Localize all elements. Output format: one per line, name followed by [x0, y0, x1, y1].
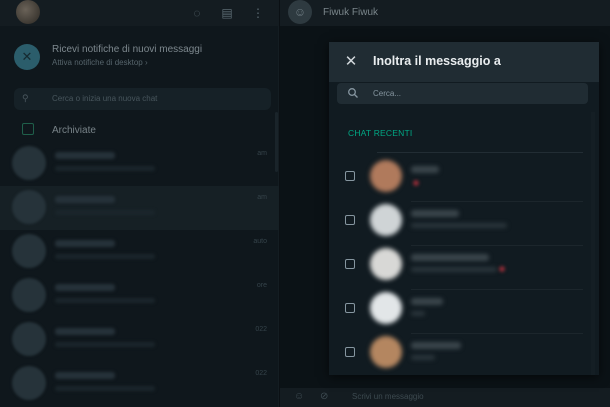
emoji-icon[interactable]: ☺ — [294, 391, 304, 402]
contact-name — [411, 254, 489, 261]
contact-name — [411, 298, 443, 305]
chat-name — [55, 240, 115, 247]
contact-name — [411, 342, 461, 349]
sidebar-header: ◌ ▤ ⋮ — [0, 0, 279, 26]
close-icon[interactable]: ✕ — [341, 52, 361, 72]
dialog-scrollbar[interactable] — [591, 112, 595, 375]
contact-status — [411, 355, 435, 360]
chat-name — [55, 284, 115, 291]
forward-message-dialog: ✕ Inoltra il messaggio a CHAT RECENTI — [329, 42, 599, 375]
emoji-icon — [499, 266, 505, 272]
chat-list-item[interactable]: 022 — [0, 318, 279, 362]
menu-icon[interactable]: ⋮ — [250, 5, 266, 21]
contact-row[interactable] — [329, 202, 599, 246]
search-icon — [348, 88, 358, 98]
chat-time: ore — [256, 282, 267, 289]
avatar — [12, 322, 46, 356]
avatar — [12, 146, 46, 180]
notification-title: Ricevi notifiche di nuovi messaggi — [52, 44, 203, 55]
chat-time: auto — [253, 238, 267, 245]
chat-list-item[interactable]: 022 — [0, 362, 279, 406]
chat-name — [55, 372, 115, 379]
avatar — [370, 160, 402, 192]
status-icon[interactable]: ◌ — [189, 5, 205, 21]
chat-list-panel: ◌ ▤ ⋮ ✕ Ricevi notifiche di nuovi messag… — [0, 0, 279, 407]
chat-time: 022 — [255, 326, 267, 333]
checkbox-icon[interactable] — [345, 171, 355, 181]
archived-row[interactable]: Archiviate — [0, 118, 279, 142]
divider — [377, 152, 583, 153]
avatar — [12, 190, 46, 224]
avatar — [12, 278, 46, 312]
attach-icon[interactable]: ⊘ — [320, 391, 328, 402]
notification-link[interactable]: Attiva notifiche di desktop › — [52, 58, 148, 67]
contact-name — [411, 166, 439, 173]
checkbox-icon[interactable] — [345, 347, 355, 357]
chat-list-item[interactable]: am — [0, 186, 279, 230]
contact-row[interactable] — [329, 290, 599, 334]
contact-name — [411, 210, 459, 217]
chat-preview — [55, 342, 155, 347]
chat-name — [55, 152, 115, 159]
chat-preview — [55, 254, 155, 259]
checkbox-icon[interactable] — [345, 215, 355, 225]
notification-banner[interactable]: ✕ Ricevi notifiche di nuovi messaggi Att… — [0, 38, 279, 76]
avatar — [370, 292, 402, 324]
my-avatar[interactable] — [16, 0, 40, 24]
chat-list-item[interactable]: auto — [0, 230, 279, 274]
chat-list-scrollbar[interactable] — [275, 112, 278, 172]
contact-row[interactable] — [329, 246, 599, 290]
chat-time: 022 — [255, 370, 267, 377]
chat-search[interactable]: ⚲ Cerca o inizia una nuova chat — [14, 88, 271, 110]
chat-list-item[interactable]: ore — [0, 274, 279, 318]
forward-search[interactable] — [337, 83, 588, 104]
contact-status — [411, 223, 507, 228]
contact-row[interactable] — [329, 334, 599, 375]
chat-preview — [55, 166, 155, 171]
avatar — [370, 336, 402, 368]
contact-status — [411, 311, 425, 316]
chat-preview — [55, 210, 155, 215]
avatar — [12, 234, 46, 268]
avatar — [370, 204, 402, 236]
composer-placeholder[interactable]: Scrivi un messaggio — [352, 392, 424, 401]
conversation-header[interactable]: ☺ Fiwuk Fiwuk — [280, 0, 610, 26]
avatar — [370, 248, 402, 280]
contact-avatar-icon[interactable]: ☺ — [288, 0, 312, 24]
section-label: CHAT RECENTI — [348, 128, 413, 138]
chat-search-placeholder: Cerca o inizia una nuova chat — [52, 94, 158, 103]
avatar — [12, 366, 46, 400]
chat-time: am — [257, 150, 267, 157]
emoji-icon — [413, 180, 419, 186]
checkbox-icon[interactable] — [345, 303, 355, 313]
contact-name: Fiwuk Fiwuk — [323, 7, 379, 18]
archive-icon — [22, 123, 34, 135]
chat-name — [55, 328, 115, 335]
composer: ☺ ⊘ Scrivi un messaggio — [280, 388, 610, 407]
chat-time: am — [257, 194, 267, 201]
chat-list-item[interactable]: am — [0, 142, 279, 186]
new-chat-icon[interactable]: ▤ — [219, 5, 235, 21]
chat-name — [55, 196, 115, 203]
contact-status — [411, 267, 497, 272]
search-icon: ⚲ — [22, 93, 29, 103]
chat-preview — [55, 298, 155, 303]
archived-label: Archiviate — [52, 125, 96, 136]
bell-off-icon: ✕ — [14, 44, 40, 70]
contact-row[interactable] — [329, 158, 599, 202]
forward-search-input[interactable] — [373, 85, 578, 102]
dialog-header: ✕ Inoltra il messaggio a — [329, 42, 599, 82]
chat-preview — [55, 386, 155, 391]
dialog-title: Inoltra il messaggio a — [373, 54, 501, 68]
checkbox-icon[interactable] — [345, 259, 355, 269]
